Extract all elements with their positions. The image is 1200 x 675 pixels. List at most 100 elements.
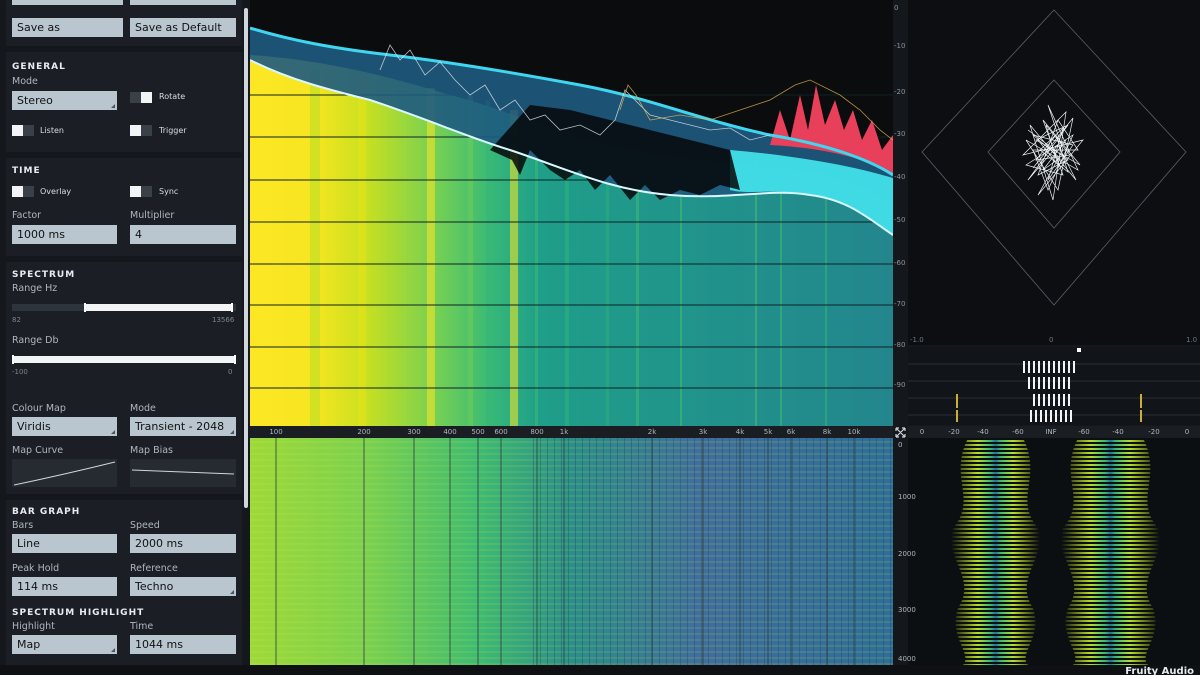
stereo-vectorscope[interactable] (908, 0, 1200, 345)
waterfall-tick-label: 3000 (898, 606, 916, 614)
waterfall-tick-label: 1000 (898, 493, 916, 501)
db-tick-label: -20 (894, 88, 906, 96)
waterfall-tick-label: 2000 (898, 550, 916, 558)
map-bias-label: Map Bias (130, 445, 173, 456)
waveform-tick-label: 0 (1184, 428, 1190, 436)
freq-tick-label: 1k (559, 428, 569, 436)
sonogram[interactable] (250, 438, 893, 665)
save-as-button[interactable]: Save as (12, 18, 123, 37)
range-db-max: 0 (228, 368, 233, 376)
panel-scrollbar[interactable] (244, 8, 248, 508)
freq-tick-label: 600 (494, 428, 508, 436)
freq-tick-label: 800 (530, 428, 544, 436)
overlay-label: Overlay (40, 187, 72, 196)
save-as-default-button[interactable]: Save as Default (130, 18, 236, 37)
sync-toggle[interactable] (130, 186, 152, 197)
peak-hold-label: Peak Hold (12, 563, 60, 574)
colour-map-label: Colour Map (12, 403, 66, 414)
waveform-tick-label: -40 (977, 428, 989, 436)
expand-icon[interactable] (895, 427, 906, 438)
range-hz-min: 82 (12, 316, 21, 324)
preset-field-2[interactable] (130, 0, 236, 5)
spectrum-analyzer[interactable] (250, 0, 893, 426)
brand-logo: Fruity Audio (1125, 666, 1194, 675)
freq-tick-label: 5k (763, 428, 773, 436)
peak-hold-field[interactable]: 114 ms (12, 577, 117, 596)
spectrum-mode-label: Mode (130, 403, 156, 414)
highlight-time-field[interactable]: 1044 ms (130, 635, 236, 654)
db-tick-label: -40 (894, 173, 906, 181)
db-axis: 0 -10 -20 -30 -40 -50 -60 -70 -80 -90 (893, 0, 908, 426)
map-curve-editor[interactable] (12, 459, 117, 487)
correlation-tick-label: 1.0 (1186, 336, 1198, 344)
freq-tick-label: 300 (407, 428, 421, 436)
bars-label: Bars (12, 520, 34, 531)
overlay-toggle[interactable] (12, 186, 34, 197)
correlation-tick-label: -1.0 (910, 336, 924, 344)
range-hz-max: 13566 (212, 316, 235, 324)
listen-label: Listen (40, 126, 64, 135)
db-tick-label: 0 (894, 4, 899, 12)
mode-label: Mode (12, 76, 38, 87)
time-title: TIME (12, 166, 41, 176)
waveform-tick-label: 0 (919, 428, 925, 436)
highlight-title: SPECTRUM HIGHLIGHT (12, 608, 145, 618)
waveform-tick-label: -40 (1112, 428, 1124, 436)
waveform-history[interactable] (908, 438, 1200, 665)
speed-field[interactable]: 2000 ms (130, 534, 236, 553)
freq-tick-label: 10k (847, 428, 861, 436)
waveform-tick-label: -20 (1148, 428, 1160, 436)
correlation-tick-label: 0 (1049, 336, 1054, 344)
sync-label: Sync (159, 187, 179, 196)
reference-select[interactable]: Techno (130, 577, 236, 596)
settings-panel: Save as Save as Default GENERAL Mode Ste… (0, 0, 252, 675)
multiplier-field[interactable]: 4 (130, 225, 236, 244)
trigger-toggle[interactable] (130, 125, 152, 136)
correlation-meter: -1.0 0 1.0 (908, 335, 1200, 347)
listen-toggle[interactable] (12, 125, 34, 136)
highlight-select[interactable]: Map (12, 635, 117, 654)
waveform-tick-label: -60 (1078, 428, 1090, 436)
map-bias-graph (131, 469, 235, 475)
db-tick-label: -10 (894, 42, 906, 50)
rotate-label: Rotate (159, 92, 186, 101)
highlight-label: Highlight (12, 621, 55, 632)
map-curve-graph (13, 461, 116, 486)
waterfall-tick-label: 4000 (898, 655, 916, 663)
freq-tick-label: 200 (357, 428, 371, 436)
bars-field[interactable]: Line (12, 534, 117, 553)
waveform-axis: 0 -20 -40 -60 INF -60 -40 -20 0 (908, 426, 1200, 438)
preset-field[interactable] (12, 0, 123, 5)
range-db-label: Range Db (12, 335, 59, 346)
range-db-slider[interactable] (12, 355, 236, 364)
range-hz-slider[interactable] (12, 303, 236, 312)
general-card: GENERAL Mode Stereo Rotate Listen Trigge… (6, 52, 242, 152)
db-tick-label: -30 (894, 130, 906, 138)
footer-bar (0, 665, 1200, 675)
reference-label: Reference (130, 563, 178, 574)
freq-tick-label: 4k (735, 428, 745, 436)
freq-tick-label: 2k (647, 428, 657, 436)
map-curve-label: Map Curve (12, 445, 64, 456)
range-db-min: -100 (12, 368, 28, 376)
time-card: TIME Overlay Sync Factor 1000 ms Multipl… (6, 158, 242, 256)
rotate-toggle[interactable] (130, 92, 152, 103)
mode-select[interactable]: Stereo (12, 91, 117, 110)
spectrum-mode-select[interactable]: Transient - 2048 (130, 417, 236, 436)
freq-tick-label: 500 (471, 428, 485, 436)
highlight-time-label: Time (130, 621, 154, 632)
multiplier-label: Multiplier (130, 210, 175, 221)
factor-field[interactable]: 1000 ms (12, 225, 117, 244)
freq-tick-label: 8k (822, 428, 832, 436)
general-title: GENERAL (12, 62, 66, 72)
presets-card: Save as Save as Default (6, 0, 242, 46)
freq-tick-label: 6k (786, 428, 796, 436)
waveform-tick-label: INF (1045, 428, 1057, 436)
bar-graph-card: BAR GRAPH Bars Line Speed 2000 ms Peak H… (6, 500, 242, 670)
level-bars (908, 347, 1200, 425)
map-bias-editor[interactable] (130, 459, 236, 487)
db-tick-label: -70 (894, 300, 906, 308)
db-tick-label: -90 (894, 381, 906, 389)
factor-label: Factor (12, 210, 42, 221)
colour-map-select[interactable]: Viridis (12, 417, 117, 436)
